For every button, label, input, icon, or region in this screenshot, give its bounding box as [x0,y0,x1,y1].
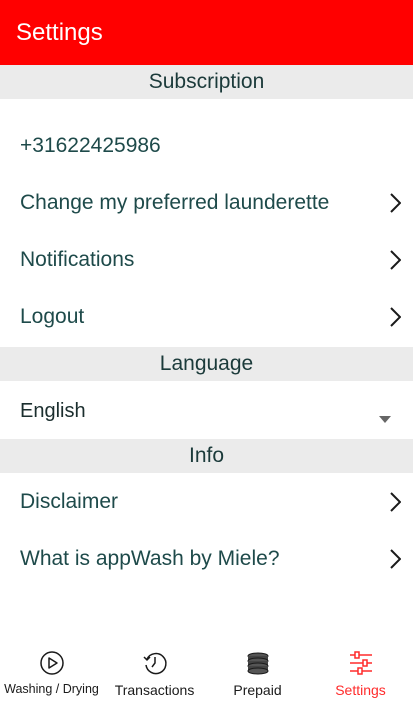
tab-label: Transactions [114,682,195,698]
sliders-icon [348,650,374,676]
tab-settings[interactable]: Settings [309,640,412,710]
chevron-right-icon [389,250,401,270]
chevron-right-icon [389,492,401,512]
chevron-right-icon [389,307,401,327]
logout-row[interactable]: Logout [0,289,413,346]
language-selected-value: English [20,400,86,422]
section-header-info: Info [0,439,413,473]
notifications-row[interactable]: Notifications [0,232,413,289]
disclaimer-row[interactable]: Disclaimer [0,474,413,531]
logout-label: Logout [20,305,85,328]
page-title: Settings [16,19,103,46]
dropdown-caret-icon [379,406,391,423]
chevron-right-icon [389,549,401,569]
tab-label: Settings [335,682,386,698]
play-circle-icon [39,650,65,676]
disclaimer-label: Disclaimer [20,490,119,513]
app-bar: Settings [0,0,413,65]
coins-icon [245,650,271,676]
change-launderette-row[interactable]: Change my preferred launderette [0,175,413,232]
phone-number-row: +31622425986 [0,118,413,175]
about-appwash-row[interactable]: What is appWash by Miele? [0,531,413,588]
section-header-subscription: Subscription [0,65,413,99]
tab-label: Washing / Drying [4,682,99,696]
history-clock-icon [142,650,168,676]
change-launderette-label: Change my preferred launderette [20,191,330,214]
about-appwash-label: What is appWash by Miele? [20,547,280,570]
language-select[interactable]: English [0,381,413,438]
section-header-language: Language [0,347,413,381]
tab-prepaid[interactable]: Prepaid [206,640,309,710]
phone-number-label: +31622425986 [20,134,161,157]
chevron-right-icon [389,193,401,213]
notifications-label: Notifications [20,248,135,271]
bottom-tab-bar: Washing / Drying Transactions Prepaid Se… [0,640,413,710]
tab-transactions[interactable]: Transactions [103,640,206,710]
tab-label: Prepaid [233,682,282,698]
tab-washing-drying[interactable]: Washing / Drying [0,640,103,710]
